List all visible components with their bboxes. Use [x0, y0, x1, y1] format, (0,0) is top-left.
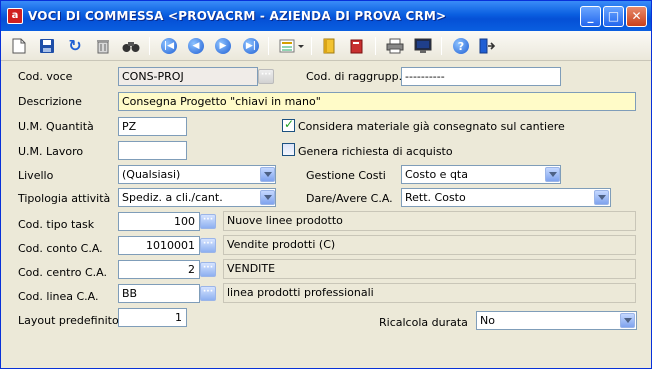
- toolbar-separator: [149, 37, 150, 55]
- cod-centro-input[interactable]: 2: [118, 260, 200, 279]
- um-quantita-label: U.M. Quantità: [18, 120, 94, 133]
- last-record-icon[interactable]: ▶|: [241, 36, 261, 56]
- um-lavoro-label: U.M. Lavoro: [18, 145, 84, 158]
- first-record-icon[interactable]: |◀: [159, 36, 179, 56]
- exit-icon[interactable]: [477, 36, 497, 56]
- gestione-costi-dropdown-arrow-icon[interactable]: [545, 167, 560, 182]
- cod-voce-label: Cod. voce: [18, 70, 73, 83]
- descrizione-label: Descrizione: [18, 95, 82, 108]
- ricalcola-durata-label: Ricalcola durata: [379, 316, 468, 329]
- cod-tipo-task-input[interactable]: 100: [118, 212, 200, 231]
- livello-select[interactable]: (Qualsiasi): [118, 165, 276, 184]
- tipologia-attivita-dropdown-arrow-icon[interactable]: [260, 190, 275, 205]
- dare-avere-label: Dare/Avere C.A.: [306, 192, 393, 205]
- cod-voce-lookup-button[interactable]: ···: [258, 69, 274, 84]
- cod-tipo-task-label: Cod. tipo task: [18, 218, 95, 231]
- cod-tipo-task-description: Nuove linee prodotto: [223, 211, 636, 231]
- list-view-icon[interactable]: [278, 36, 306, 56]
- archive-icon[interactable]: [347, 36, 367, 56]
- gestione-costi-select[interactable]: Costo e qta: [401, 165, 561, 184]
- cod-linea-label: Cod. linea C.A.: [18, 290, 99, 303]
- cod-centro-lookup-button[interactable]: ···: [200, 262, 216, 277]
- descrizione-input[interactable]: Consegna Progetto "chiavi in mano": [118, 92, 636, 111]
- cod-centro-label: Cod. centro C.A.: [18, 266, 107, 279]
- cod-conto-description: Vendite prodotti (C): [223, 235, 636, 255]
- cod-linea-input[interactable]: BB: [118, 284, 200, 303]
- toolbar-separator: [268, 37, 269, 55]
- cod-centro-description: VENDITE: [223, 259, 636, 279]
- new-document-icon[interactable]: [9, 36, 29, 56]
- livello-label: Livello: [18, 169, 54, 182]
- toolbar-separator: [441, 37, 442, 55]
- um-lavoro-input[interactable]: [118, 141, 187, 160]
- genera-richiesta-checkbox[interactable]: [282, 143, 295, 156]
- help-icon[interactable]: ?: [451, 36, 471, 56]
- um-quantita-input[interactable]: PZ: [118, 117, 187, 136]
- layout-predefinito-label: Layout predefinito: [18, 314, 119, 327]
- cod-raggrupp-input[interactable]: ----------: [401, 67, 561, 86]
- toolbar: ↻ |◀ ◀ ▶ ▶| ?: [1, 31, 651, 61]
- toolbar-separator: [375, 37, 376, 55]
- main-window: a VOCI DI COMMESSA <PROVACRM - AZIENDA D…: [0, 0, 652, 369]
- undo-icon[interactable]: ↻: [65, 36, 85, 56]
- app-icon: a: [7, 8, 23, 24]
- ricalcola-durata-select[interactable]: No: [476, 311, 637, 330]
- minimize-button[interactable]: _: [580, 6, 601, 27]
- cod-linea-description: linea prodotti professionali: [223, 283, 636, 303]
- tipologia-attivita-label: Tipologia attività: [18, 192, 111, 205]
- cod-conto-label: Cod. conto C.A.: [18, 242, 103, 255]
- dare-avere-select[interactable]: Rett. Costo: [401, 188, 611, 207]
- cod-conto-lookup-button[interactable]: ···: [200, 238, 216, 253]
- find-icon[interactable]: [121, 36, 141, 56]
- title-bar[interactable]: a VOCI DI COMMESSA <PROVACRM - AZIENDA D…: [1, 1, 651, 31]
- close-button[interactable]: ✕: [626, 6, 647, 27]
- genera-richiesta-label: Genera richiesta di acquisto: [298, 145, 453, 158]
- delete-icon[interactable]: [93, 36, 113, 56]
- cod-raggrupp-label: Cod. di raggrupp.: [306, 70, 403, 83]
- considera-materiale-label: Considera materiale già consegnato sul c…: [298, 120, 565, 133]
- cod-linea-lookup-button[interactable]: ···: [200, 286, 216, 301]
- considera-materiale-checkbox[interactable]: [282, 117, 295, 132]
- ricalcola-durata-dropdown-arrow-icon[interactable]: [620, 313, 635, 328]
- dare-avere-dropdown-arrow-icon[interactable]: [594, 190, 609, 205]
- next-record-icon[interactable]: ▶: [213, 36, 233, 56]
- cod-tipo-task-lookup-button[interactable]: ···: [200, 214, 216, 229]
- save-icon[interactable]: [37, 36, 57, 56]
- tipologia-attivita-select[interactable]: Spediz. a cli./cant.: [118, 188, 276, 207]
- folder-icon[interactable]: [319, 36, 339, 56]
- toolbar-separator: [311, 37, 312, 55]
- layout-predefinito-input[interactable]: 1: [118, 308, 187, 327]
- previous-record-icon[interactable]: ◀: [186, 36, 206, 56]
- gestione-costi-label: Gestione Costi: [306, 169, 386, 182]
- livello-dropdown-arrow-icon[interactable]: [260, 167, 275, 182]
- maximize-button[interactable]: □: [603, 6, 624, 27]
- cod-voce-input[interactable]: CONS-PROJ: [118, 67, 258, 86]
- cod-conto-input[interactable]: 1010001: [118, 236, 200, 255]
- monitor-icon[interactable]: [413, 36, 433, 56]
- print-icon[interactable]: [385, 36, 405, 56]
- window-title: VOCI DI COMMESSA <PROVACRM - AZIENDA DI …: [28, 9, 447, 23]
